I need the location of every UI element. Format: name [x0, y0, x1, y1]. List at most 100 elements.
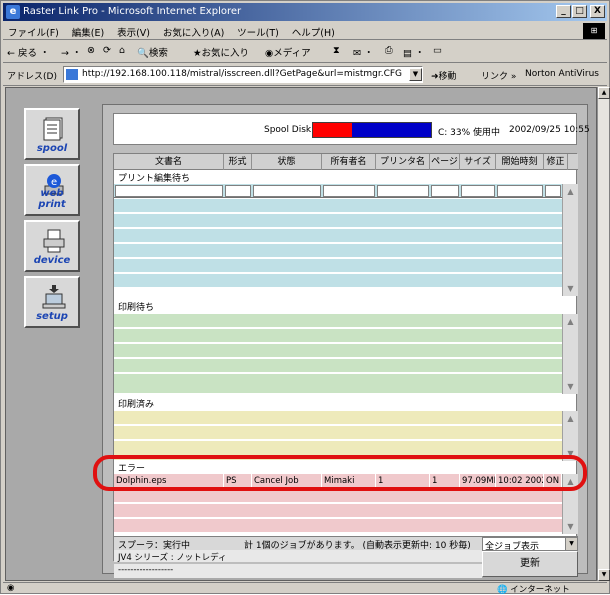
scroll-down-icon[interactable]: ▼: [565, 283, 576, 294]
scroll-up-icon[interactable]: ▲: [565, 186, 576, 197]
go-button[interactable]: ➜移動: [431, 69, 457, 82]
page-icon: [66, 69, 78, 80]
printed-scrollbar[interactable]: ▲ ▼: [562, 411, 578, 461]
title-bar: e Raster Link Pro - Microsoft Internet E…: [3, 3, 607, 21]
browser-window: e Raster Link Pro - Microsoft Internet E…: [0, 0, 610, 595]
menu-edit[interactable]: 編集(E): [67, 22, 109, 42]
print-wait-scrollbar[interactable]: ▲ ▼: [562, 314, 578, 394]
search-button[interactable]: 🔍検索: [137, 45, 168, 59]
print-wait-list: ▲ ▼: [114, 314, 578, 394]
address-dropdown-icon[interactable]: ▼: [409, 68, 422, 81]
header-format[interactable]: 形式: [224, 154, 252, 170]
edit-wait-scrollbar[interactable]: ▲ ▼: [562, 184, 578, 296]
table-row[interactable]: [114, 489, 562, 503]
print-icon[interactable]: ⎙: [385, 45, 393, 56]
current-datetime: 2002/09/25 10:55: [509, 125, 590, 135]
links-button[interactable]: リンク »: [481, 69, 516, 82]
menu-help[interactable]: ヘルプ(H): [287, 22, 340, 42]
address-label: アドレス(D): [7, 72, 57, 82]
table-row[interactable]: [114, 244, 562, 258]
table-row[interactable]: [114, 411, 562, 425]
back-button[interactable]: ← 戻る ・: [7, 45, 50, 59]
address-input[interactable]: http://192.168.100.118/mistral/isscreen.…: [63, 66, 423, 83]
header-owner[interactable]: 所有者名: [322, 154, 376, 170]
table-cell: [545, 185, 561, 197]
search-label: 検索: [148, 48, 168, 59]
header-document[interactable]: 文書名: [114, 154, 224, 170]
header-modify[interactable]: 修正: [544, 154, 568, 170]
table-cell: [431, 185, 459, 197]
table-row[interactable]: [114, 359, 562, 373]
favorites-button[interactable]: ★お気に入り: [193, 45, 249, 59]
chevron-down-icon[interactable]: ▼: [565, 538, 577, 550]
table-row[interactable]: [114, 229, 562, 243]
header-pages[interactable]: ページ: [430, 154, 460, 170]
setup-icon: [42, 285, 66, 309]
close-button[interactable]: X: [590, 5, 605, 18]
address-bar: アドレス(D) http://192.168.100.118/mistral/i…: [3, 64, 607, 86]
forward-button[interactable]: → ・: [61, 45, 81, 59]
mail-icon[interactable]: ✉ ・: [353, 45, 373, 59]
table-cell: [225, 185, 251, 197]
status-bar: ◉ 🌐 インターネット: [3, 582, 607, 595]
sidebar-spool-button[interactable]: spool: [24, 108, 80, 160]
table-row[interactable]: [114, 329, 562, 343]
maximize-button[interactable]: □: [572, 5, 587, 18]
scroll-up-icon[interactable]: ▲: [565, 413, 576, 424]
sidebar-setup-button[interactable]: setup: [24, 276, 80, 328]
printer-detail-dashes: ------------------: [118, 565, 174, 575]
table-cell: [461, 185, 495, 197]
sidebar-device-button[interactable]: device: [24, 220, 80, 272]
security-zone: 🌐 インターネット: [497, 585, 570, 595]
table-row[interactable]: [114, 519, 562, 533]
stop-icon[interactable]: ⊗: [87, 45, 95, 56]
table-row[interactable]: [114, 426, 562, 440]
menu-favorites[interactable]: お気に入り(A): [158, 22, 229, 42]
minimize-button[interactable]: _: [556, 5, 571, 18]
history-icon[interactable]: ⧗: [333, 45, 340, 56]
update-button[interactable]: 更新: [482, 551, 578, 577]
table-row[interactable]: [114, 199, 562, 213]
section-print-wait: 印刷待ち: [118, 303, 155, 313]
scroll-down-icon[interactable]: ▼: [598, 569, 610, 581]
norton-antivirus-button[interactable]: Norton AntiVirus: [525, 69, 599, 79]
error-row-highlight: [93, 455, 587, 491]
edit-icon[interactable]: ▤ ・: [403, 45, 425, 59]
home-icon[interactable]: ⌂: [119, 45, 125, 56]
disk-usage-meter: [312, 122, 432, 138]
scroll-down-icon[interactable]: ▼: [565, 521, 576, 532]
header-status[interactable]: 状態: [252, 154, 322, 170]
media-label: メディア: [273, 48, 311, 59]
discuss-icon[interactable]: ▭: [433, 45, 442, 56]
table-row[interactable]: [114, 259, 562, 273]
menu-file[interactable]: ファイル(F): [3, 22, 64, 42]
spooler-status-line: スプーラ：実行中 計 1個のジョブがあります。 (自動表示更新中: 10 秒毎)…: [114, 536, 578, 552]
scroll-up-icon[interactable]: ▲: [598, 87, 610, 99]
scroll-up-icon[interactable]: ▲: [565, 316, 576, 327]
table-row[interactable]: [114, 214, 562, 228]
table-row[interactable]: [114, 344, 562, 358]
go-label: 移動: [438, 72, 457, 82]
ie-icon: e: [6, 5, 20, 19]
job-filter-select[interactable]: 全ジョブ表示 ▼: [482, 537, 578, 552]
table-row[interactable]: [114, 274, 562, 288]
page-scrollbar[interactable]: ▲ ▼: [597, 87, 610, 581]
table-row[interactable]: [114, 314, 562, 328]
header-printer[interactable]: プリンタ名: [376, 154, 430, 170]
header-size[interactable]: サイズ: [460, 154, 496, 170]
media-button[interactable]: ◉メディア: [265, 45, 311, 59]
spool-panel: Spool Disk C: 33% 使用中 2002/09/25 10:55 文…: [102, 104, 590, 578]
table-row[interactable]: [114, 374, 562, 394]
table-row[interactable]: [114, 504, 562, 518]
refresh-icon[interactable]: ⟳: [103, 45, 111, 56]
sidebar-web-print-button[interactable]: e web print: [24, 164, 80, 216]
menu-view[interactable]: 表示(V): [112, 22, 155, 42]
menu-tools[interactable]: ツール(T): [232, 22, 284, 42]
table-row[interactable]: [114, 184, 562, 198]
scroll-down-icon[interactable]: ▼: [565, 381, 576, 392]
header-start-time[interactable]: 開始時刻: [496, 154, 544, 170]
spool-disk-label: Spool Disk: [264, 125, 312, 135]
toolbar: ← 戻る ・ → ・ ⊗ ⟳ ⌂ 🔍検索 ★お気に入り ◉メディア ⧗ ✉ ・ …: [3, 41, 607, 63]
table-cell: [497, 185, 543, 197]
printer-series-status: JV4 シリーズ : ノットレディ: [118, 553, 227, 563]
